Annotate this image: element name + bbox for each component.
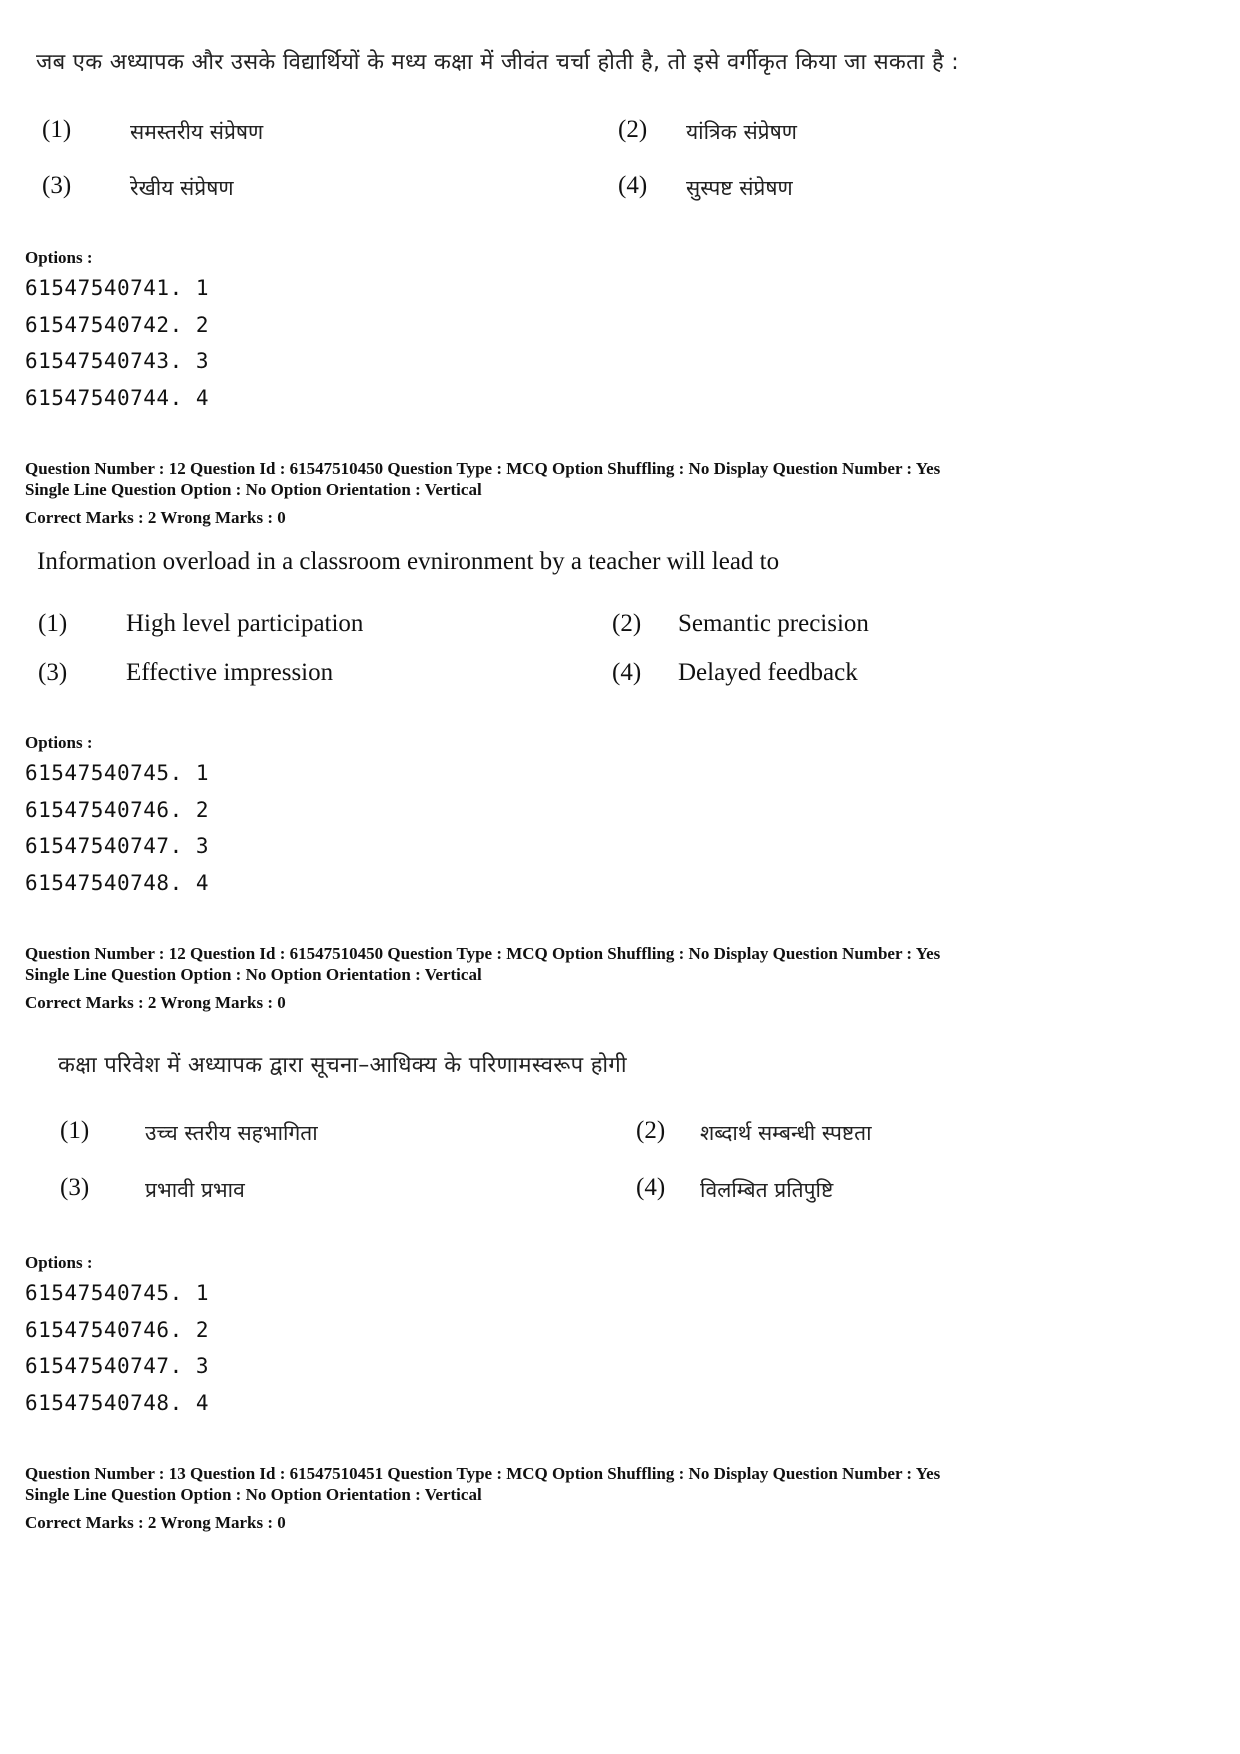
option-number: (2) bbox=[636, 1117, 666, 1144]
marks-line: Correct Marks : 2 Wrong Marks : 0 bbox=[25, 508, 286, 527]
option-text: सुस्पष्ट संप्रेषण bbox=[686, 176, 793, 200]
option-text: विलम्बित प्रतिपुष्टि bbox=[700, 1178, 834, 1202]
option-number: (4) bbox=[612, 659, 642, 686]
question-meta-line: Single Line Question Option : No Option … bbox=[25, 480, 482, 499]
option-number: (2) bbox=[618, 116, 648, 143]
choice-item: 61547540746. 2 bbox=[25, 798, 210, 822]
marks-line: Correct Marks : 2 Wrong Marks : 0 bbox=[25, 1513, 286, 1532]
option-text: उच्च स्तरीय सहभागिता bbox=[145, 1121, 318, 1145]
question-meta-line: Question Number : 12 Question Id : 61547… bbox=[25, 944, 941, 963]
option-number: (1) bbox=[60, 1117, 90, 1144]
option-text: प्रभावी प्रभाव bbox=[145, 1178, 245, 1202]
choice-item: 61547540743. 3 bbox=[25, 349, 210, 373]
choice-item: 61547540748. 4 bbox=[25, 1391, 210, 1415]
option-text: रेखीय संप्रेषण bbox=[130, 176, 234, 200]
choice-item: 61547540744. 4 bbox=[25, 386, 210, 410]
options-label: Options : bbox=[25, 1253, 93, 1272]
option-number: (1) bbox=[38, 610, 68, 637]
option-text: Effective impression bbox=[126, 659, 334, 686]
choice-item: 61547540741. 1 bbox=[25, 276, 210, 300]
choice-item: 61547540745. 1 bbox=[25, 761, 210, 785]
option-text: शब्दार्थ सम्बन्धी स्पष्टता bbox=[700, 1121, 872, 1145]
choice-item: 61547540742. 2 bbox=[25, 313, 210, 337]
option-number: (2) bbox=[612, 610, 642, 637]
choice-item: 61547540748. 4 bbox=[25, 871, 210, 895]
option-number: (3) bbox=[60, 1174, 90, 1201]
option-text: यांत्रिक संप्रेषण bbox=[686, 120, 797, 144]
option-number: (3) bbox=[38, 659, 68, 686]
question-text: जब एक अध्यापक और उसके विद्यार्थियों के म… bbox=[36, 50, 959, 75]
option-text: Semantic precision bbox=[678, 610, 869, 637]
question-text: Information overload in a classroom evni… bbox=[37, 548, 780, 575]
option-text: Delayed feedback bbox=[678, 659, 858, 686]
option-number: (3) bbox=[42, 172, 72, 199]
question-meta-line: Single Line Question Option : No Option … bbox=[25, 965, 482, 984]
question-text: कक्षा परिवेश में अध्यापक द्वारा सूचना–आध… bbox=[58, 1053, 627, 1078]
question-meta-line: Question Number : 13 Question Id : 61547… bbox=[25, 1464, 941, 1483]
choice-item: 61547540747. 3 bbox=[25, 1354, 210, 1378]
choice-item: 61547540747. 3 bbox=[25, 834, 210, 858]
choice-item: 61547540745. 1 bbox=[25, 1281, 210, 1305]
question-meta-line: Question Number : 12 Question Id : 61547… bbox=[25, 459, 941, 478]
option-text: समस्तरीय संप्रेषण bbox=[130, 120, 264, 144]
option-number: (4) bbox=[618, 172, 648, 199]
options-label: Options : bbox=[25, 248, 93, 267]
option-text: High level participation bbox=[126, 610, 364, 637]
option-number: (1) bbox=[42, 116, 72, 143]
options-label: Options : bbox=[25, 733, 93, 752]
option-number: (4) bbox=[636, 1174, 666, 1201]
choice-item: 61547540746. 2 bbox=[25, 1318, 210, 1342]
question-meta-line: Single Line Question Option : No Option … bbox=[25, 1485, 482, 1504]
marks-line: Correct Marks : 2 Wrong Marks : 0 bbox=[25, 993, 286, 1012]
